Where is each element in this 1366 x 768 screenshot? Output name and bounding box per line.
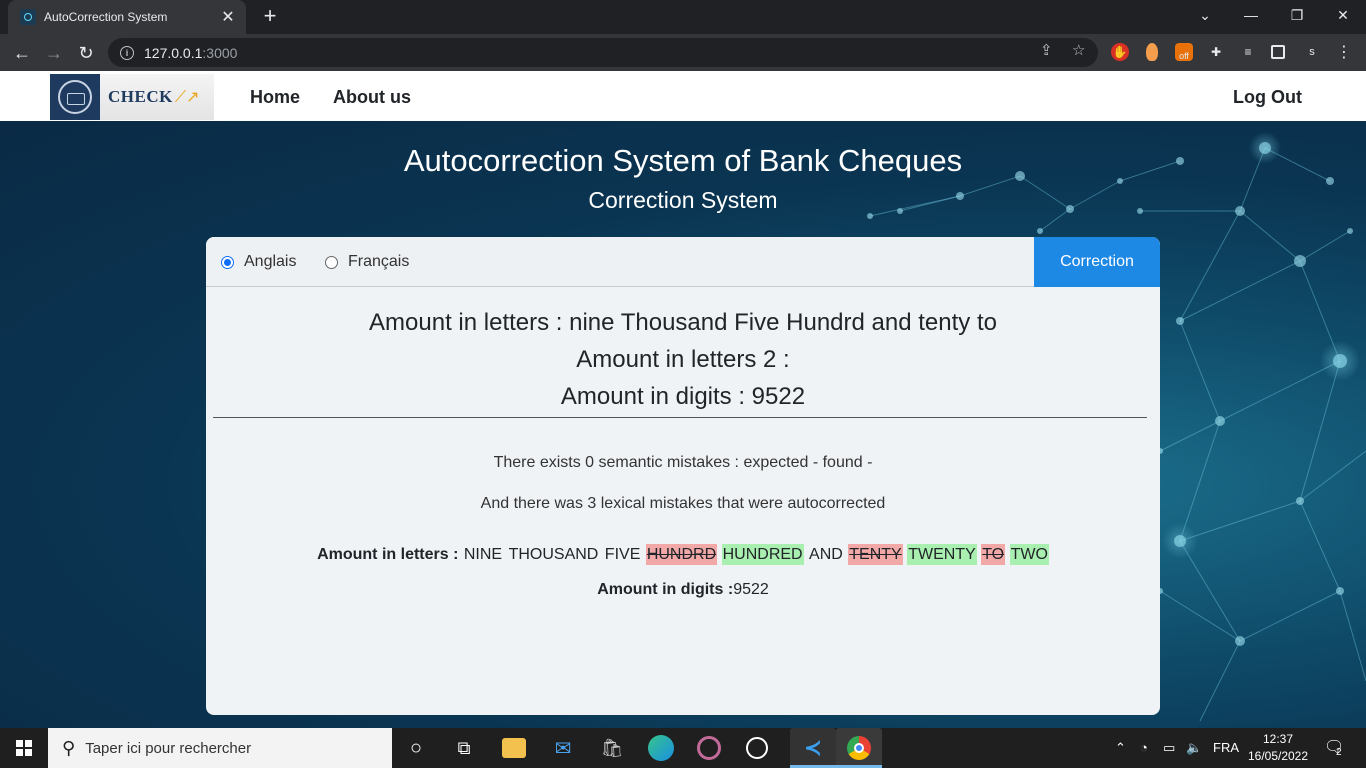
lexical-mistakes-message: And there was 3 lexical mistakes that we… (480, 495, 886, 512)
search-placeholder: Taper ici pour rechercher (85, 739, 252, 757)
correct-word: NINE (463, 546, 503, 563)
off-extension-icon[interactable]: off (1175, 43, 1193, 61)
mail-icon[interactable]: ✉ (549, 734, 577, 762)
start-button[interactable] (0, 728, 48, 768)
radio-label: Français (348, 253, 410, 270)
task-view-icon[interactable]: ⧉ (450, 734, 478, 762)
misspelled-word: HUNDRD (645, 544, 718, 565)
browser-tab-bar: AutoCorrection System ✕ + ⌄ — ❐ ✕ (0, 0, 1366, 34)
nav-about-link[interactable]: About us (333, 87, 411, 108)
card-header: Anglais Français Correction (206, 237, 1160, 287)
reload-icon[interactable]: ↻ (73, 40, 99, 66)
misspelled-word: TENTY (848, 544, 903, 565)
address-bar[interactable]: i 127.0.0.1:3000 (108, 38, 1098, 67)
new-tab-button[interactable]: + (258, 5, 282, 29)
corrected-letters-line: Amount in letters : NINE THOUSAND FIVE H… (206, 544, 1160, 565)
battery-icon[interactable]: ▭ (1163, 740, 1175, 756)
clock-date: 16/05/2022 (1247, 749, 1309, 763)
radio-label: Anglais (244, 253, 297, 270)
amount-letters-line: Amount in letters : nine Thousand Five H… (369, 309, 997, 336)
url-text: 127.0.0.1:3000 (144, 44, 238, 61)
file-explorer-icon[interactable] (502, 738, 526, 758)
reading-list-icon[interactable]: ≡ (1239, 43, 1257, 61)
correct-word: FIVE (604, 546, 641, 563)
store-icon[interactable]: 🛍 (598, 734, 626, 762)
media-player-icon[interactable] (697, 736, 721, 760)
windows-taskbar: ⚲ Taper ici pour rechercher ○ ⧉ ✉ 🛍 ≺ ⌃ … (0, 728, 1366, 768)
obs-icon[interactable] (746, 737, 768, 759)
browser-toolbar: ← → ↻ i 127.0.0.1:3000 ⇪ ☆ ✋ off ✚ ≡ s ⋮ (0, 34, 1366, 71)
radio-unchecked-icon[interactable] (325, 255, 338, 269)
correction-button[interactable]: Correction (1034, 237, 1160, 287)
show-hidden-icons-chevron-icon[interactable]: ⌃ (1115, 740, 1126, 756)
extensions-puzzle-icon[interactable]: ✚ (1207, 43, 1225, 61)
vscode-icon: ≺ (803, 735, 823, 760)
close-window-button[interactable]: ✕ (1320, 0, 1366, 30)
divider (213, 417, 1147, 418)
page-title: Autocorrection System of Bank Cheques (403, 143, 963, 178)
corrected-words: NINE THOUSAND FIVE HUNDRD HUNDRED AND TE… (463, 544, 1049, 565)
windows-logo-icon (16, 740, 32, 756)
amount-letters2-line: Amount in letters 2 : (576, 346, 790, 373)
language-radio-francais[interactable]: Français (325, 237, 409, 287)
language-radio-anglais[interactable]: Anglais (221, 237, 296, 287)
correct-word: THOUSAND (508, 546, 599, 563)
site-info-icon[interactable]: i (120, 45, 134, 60)
nav-home-link[interactable]: Home (250, 87, 300, 108)
network-icon[interactable]: ◔ (1140, 740, 1148, 755)
vscode-taskbar-button[interactable]: ≺ (790, 728, 836, 768)
correction-card: Anglais Français Correction Amount in le… (206, 237, 1160, 715)
logout-link[interactable]: Log Out (1233, 87, 1302, 108)
notification-count: 2 (1336, 747, 1342, 758)
semantic-mistakes-message: There exists 0 semantic mistakes : expec… (493, 454, 873, 471)
minimize-button[interactable]: — (1228, 0, 1274, 30)
correct-word: AND (809, 546, 843, 563)
corrected-word: HUNDRED (721, 544, 804, 565)
side-panel-icon[interactable] (1271, 45, 1285, 59)
taskbar-clock[interactable]: 12:37 16/05/2022 (1244, 731, 1312, 765)
radio-checked-icon[interactable] (221, 255, 234, 269)
main-section: Autocorrection System of Bank Cheques Co… (0, 121, 1366, 728)
browser-menu-icon[interactable]: ⋮ (1335, 43, 1353, 61)
back-arrow-icon[interactable]: ← (9, 40, 35, 66)
app-navbar: CHECK ⟋↗ Home About us Log Out (0, 71, 1366, 121)
adblock-extension-icon[interactable]: ✋ (1111, 43, 1129, 61)
cheque-emblem-icon (50, 74, 100, 120)
check-logo[interactable]: CHECK ⟋↗ (50, 74, 214, 120)
forward-arrow-icon[interactable]: → (41, 40, 67, 66)
amount-digits-line: Amount in digits : 9522 (560, 383, 806, 410)
profile-avatar[interactable]: s (1303, 43, 1321, 61)
digits-result-label: Amount in digits : (597, 581, 734, 598)
letters-result-label: Amount in letters : (317, 546, 459, 563)
edge-icon[interactable] (648, 735, 674, 761)
search-icon: ⚲ (62, 737, 76, 758)
corrected-word: TWENTY (907, 544, 977, 565)
digits-result-value: 9522 (733, 581, 769, 598)
chrome-taskbar-button[interactable] (836, 728, 882, 768)
chrome-icon (847, 736, 871, 760)
restore-button[interactable]: ❐ (1274, 0, 1320, 30)
cortana-icon[interactable]: ○ (402, 734, 430, 762)
corrected-digits-line: Amount in digits :9522 (206, 581, 1160, 599)
corrected-word: TWO (1009, 544, 1049, 565)
bookmark-star-icon[interactable]: ☆ (1072, 41, 1085, 59)
volume-icon[interactable]: 🔈 (1186, 740, 1202, 756)
input-language-indicator[interactable]: FRA (1213, 740, 1239, 755)
page-subtitle: Correction System (588, 187, 778, 213)
react-favicon-icon (20, 9, 36, 25)
share-icon[interactable]: ⇪ (1040, 41, 1053, 59)
misspelled-word: TO (981, 544, 1006, 565)
tab-search-icon[interactable]: ⌄ (1182, 0, 1228, 30)
growth-arrow-icon: ⟋↗ (174, 89, 200, 106)
taskbar-search-box[interactable]: ⚲ Taper ici pour rechercher (48, 728, 392, 768)
tab-close-icon[interactable]: ✕ (220, 7, 236, 27)
extension-drop-icon[interactable] (1146, 43, 1158, 61)
clock-time: 12:37 (1262, 732, 1294, 746)
logo-text: CHECK (108, 87, 173, 106)
browser-tab[interactable]: AutoCorrection System ✕ (8, 0, 246, 34)
tab-title: AutoCorrection System (44, 10, 168, 24)
